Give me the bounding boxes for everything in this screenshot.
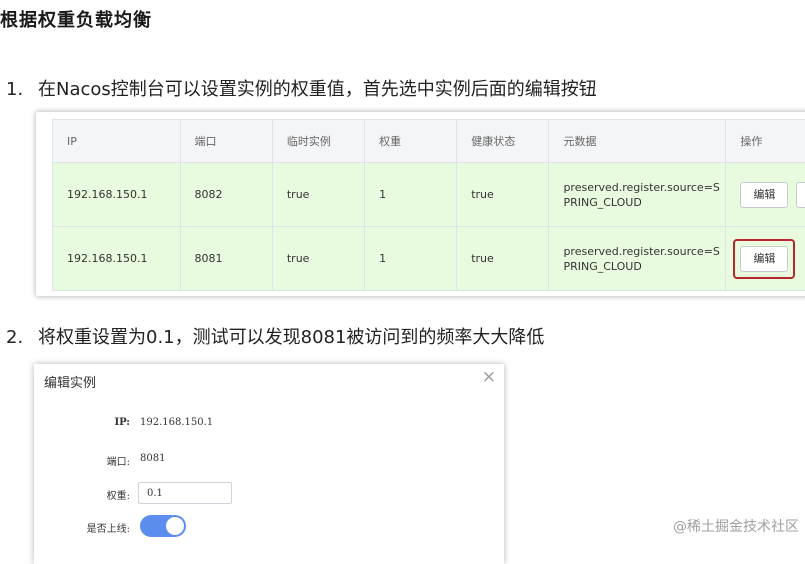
port-value: 8081 [140,453,165,464]
cell-port: 8082 [180,163,272,227]
step-2: 2.将权重设置为0.1，测试可以发现8081被访问到的频率大大降低 [6,323,544,349]
edit-button[interactable]: 编辑 [740,182,788,208]
edit-button[interactable]: 编辑 [740,246,788,272]
cell-healthy: true [457,163,549,227]
toggle-knob [166,517,184,535]
close-icon[interactable]: × [482,367,496,387]
cell-weight: 1 [365,227,457,291]
online-label: 是否上线: [34,520,130,535]
col-header-actions: 操作 [726,120,805,163]
page-heading: 根据权重负载均衡 [0,6,152,32]
metadata-line-2: PRING_CLOUD [563,196,641,209]
metadata-line-2: PRING_CLOUD [563,260,641,273]
col-header-port: 端口 [180,120,272,163]
metadata-line-1: preserved.register.source=S [563,245,719,258]
online-toggle[interactable] [140,515,186,537]
step-1-number: 1. [6,79,38,100]
col-header-metadata: 元数据 [549,120,726,163]
weight-input[interactable] [138,482,232,504]
cell-metadata: preserved.register.source=S PRING_CLOUD [549,227,726,291]
watermark: @稀土掘金技术社区 [673,516,799,536]
instance-table: IP 端口 临时实例 权重 健康状态 元数据 操作 192.168.150.1 … [52,119,805,291]
cell-ip: 192.168.150.1 [53,227,181,291]
step-2-text: 将权重设置为0.1，测试可以发现8081被访问到的频率大大降低 [38,327,544,348]
cell-port: 8081 [180,227,272,291]
col-header-ephemeral: 临时实例 [272,120,364,163]
edit-button-highlight: 编辑 [733,239,795,279]
cell-actions: 编辑 [726,163,805,227]
port-label: 端口: [34,453,130,468]
cell-ephemeral: true [272,227,364,291]
cell-metadata: preserved.register.source=S PRING_CLOUD [549,163,726,227]
cell-ephemeral: true [272,163,364,227]
more-action-button[interactable] [796,182,805,208]
ip-label: IP: [34,417,130,428]
table-row: 192.168.150.1 8082 true 1 true preserved… [53,163,805,227]
table-header-row: IP 端口 临时实例 权重 健康状态 元数据 操作 [53,120,805,163]
weight-label: 权重: [34,487,130,502]
step-1: 1.在Nacos控制台可以设置实例的权重值，首先选中实例后面的编辑按钮 [6,75,597,101]
col-header-weight: 权重 [365,120,457,163]
cell-healthy: true [457,227,549,291]
col-header-health: 健康状态 [457,120,549,163]
nacos-instance-table-card: IP 端口 临时实例 权重 健康状态 元数据 操作 192.168.150.1 … [36,112,805,296]
table-row: 192.168.150.1 8081 true 1 true preserved… [53,227,805,291]
dialog-title: 编辑实例 [44,372,96,391]
step-1-text: 在Nacos控制台可以设置实例的权重值，首先选中实例后面的编辑按钮 [38,79,597,100]
col-header-ip: IP [53,120,181,163]
step-2-number: 2. [6,327,38,348]
cell-ip: 192.168.150.1 [53,163,181,227]
edit-instance-dialog: 编辑实例 × IP: 192.168.150.1 端口: 8081 权重: 是否… [34,364,504,564]
cell-weight: 1 [365,163,457,227]
cell-actions: 编辑 [726,227,805,291]
metadata-line-1: preserved.register.source=S [563,181,719,194]
ip-value: 192.168.150.1 [140,417,213,428]
